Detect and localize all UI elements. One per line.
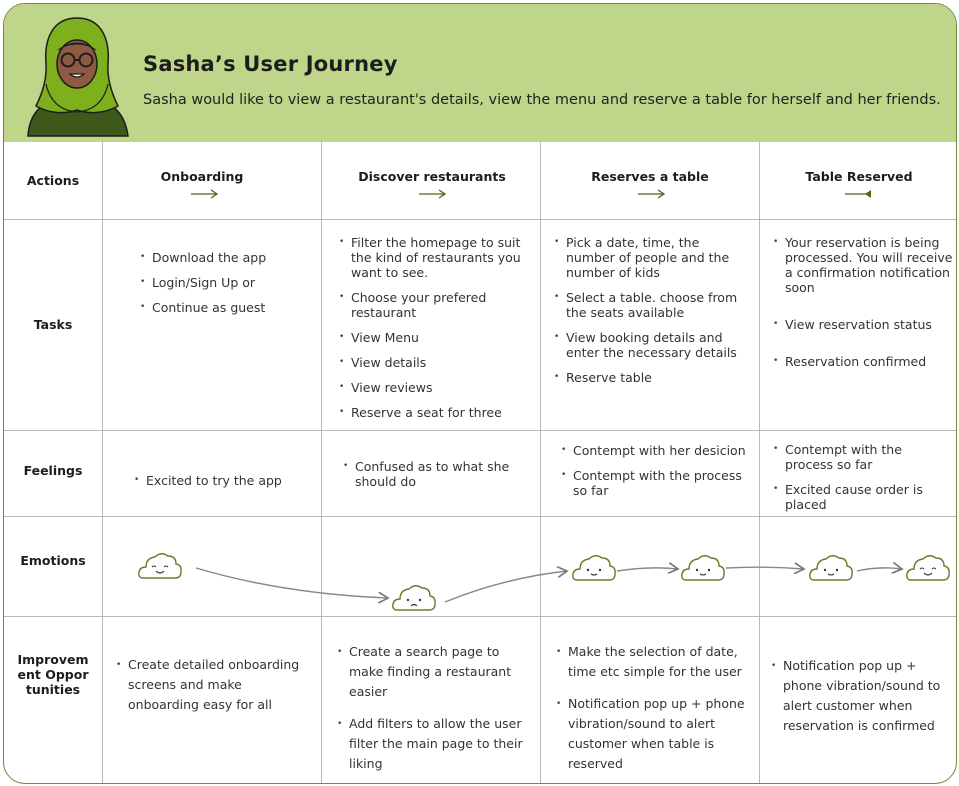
list-item: View reservation status: [771, 317, 955, 332]
list-item: Notification pop up + phone vibration/so…: [769, 656, 949, 736]
tasks-onboarding: Download the app Login/Sign Up or Contin…: [138, 250, 318, 325]
arrow-right-icon: [191, 189, 219, 199]
list-item: Pick a date, time, the number of people …: [552, 235, 752, 280]
feelings-reserve: Contempt with her desicion Contempt with…: [559, 443, 749, 508]
tasks-reserved: Your reservation is being processed. You…: [771, 235, 955, 379]
column-divider: [759, 142, 760, 783]
stage-discover-restaurants: Discover restaurants: [358, 169, 506, 184]
arrow-right-icon: [419, 189, 447, 199]
sasha-avatar: [27, 17, 129, 137]
list-item: Excited to try the app: [132, 473, 312, 488]
row-label-feelings: Feelings: [23, 462, 83, 478]
tasks-reserve: Pick a date, time, the number of people …: [552, 235, 752, 395]
list-item: Make the selection of date, time etc sim…: [554, 642, 754, 682]
list-item: View details: [337, 355, 527, 370]
list-item: Continue as guest: [138, 300, 318, 315]
improvements-reserve: Make the selection of date, time etc sim…: [554, 642, 754, 783]
list-item: Contempt with the process so far: [771, 442, 951, 472]
feelings-onboarding: Excited to try the app: [132, 473, 312, 498]
journey-grid: Actions Tasks Feelings Emotions Improvem…: [4, 142, 956, 783]
column-divider: [321, 142, 322, 783]
feelings-reserved: Contempt with the process so far Excited…: [771, 442, 951, 522]
row-label-improvement: Improvement Opportunities: [17, 652, 89, 697]
list-item: Select a table. choose from the seats av…: [552, 290, 752, 320]
list-item: Create a search page to make finding a r…: [335, 642, 525, 702]
sad-cloud-icon: [392, 585, 436, 611]
list-item: Your reservation is being processed. You…: [771, 235, 955, 295]
arrow-stop-icon: [845, 190, 871, 198]
column-divider: [102, 142, 103, 783]
happy-cloud-icon: [138, 553, 182, 579]
improvements-reserved: Notification pop up + phone vibration/so…: [769, 656, 949, 748]
header-banner: Sasha’s User Journey Sasha would like to…: [4, 4, 956, 142]
neutral-cloud-icon: [681, 555, 725, 581]
neutral-cloud-icon: [809, 555, 853, 581]
list-item: Reservation confirmed: [771, 354, 955, 369]
improvements-discover: Create a search page to make finding a r…: [335, 642, 525, 783]
list-item: Contempt with the process so far: [559, 468, 749, 498]
list-item: View reviews: [337, 380, 527, 395]
feelings-discover: Confused as to what she should do: [341, 459, 521, 499]
list-item: Download the app: [138, 250, 318, 265]
list-item: Excited cause order is placed: [771, 482, 951, 512]
row-divider: [4, 219, 956, 220]
list-item: View booking details and enter the neces…: [552, 330, 752, 360]
neutral-cloud-icon: [572, 555, 616, 581]
list-item: View Menu: [337, 330, 527, 345]
journey-map-frame: Sasha’s User Journey Sasha would like to…: [3, 3, 957, 784]
row-label-tasks: Tasks: [33, 317, 73, 332]
list-item: Login/Sign Up or: [138, 275, 318, 290]
row-label-actions: Actions: [26, 173, 80, 188]
column-divider: [540, 142, 541, 783]
list-item: Create detailed onboarding screens and m…: [114, 655, 314, 715]
list-item: Filter the homepage to suit the kind of …: [337, 235, 527, 280]
list-item: Confused as to what she should do: [341, 459, 521, 489]
tasks-discover: Filter the homepage to suit the kind of …: [337, 235, 527, 430]
stage-onboarding: Onboarding: [160, 169, 244, 184]
stage-reserves-table: Reserves a table: [591, 169, 709, 184]
list-item: Reserve a seat for three: [337, 405, 527, 420]
happy-cloud-icon: [906, 555, 950, 581]
arrow-right-icon: [638, 189, 666, 199]
list-item: Reserve table: [552, 370, 752, 385]
improvements-onboarding: Create detailed onboarding screens and m…: [114, 655, 314, 727]
row-divider: [4, 616, 956, 617]
row-divider: [4, 430, 956, 431]
list-item: Choose your prefered restaurant: [337, 290, 527, 320]
page-title: Sasha’s User Journey: [143, 52, 398, 76]
list-item: Contempt with her desicion: [559, 443, 749, 458]
page-subtitle: Sasha would like to view a restaurant's …: [143, 92, 941, 108]
stage-table-reserved: Table Reserved: [805, 169, 913, 184]
list-item: Notification pop up + phone vibration/so…: [554, 694, 754, 774]
list-item: Add filters to allow the user filter the…: [335, 714, 525, 774]
